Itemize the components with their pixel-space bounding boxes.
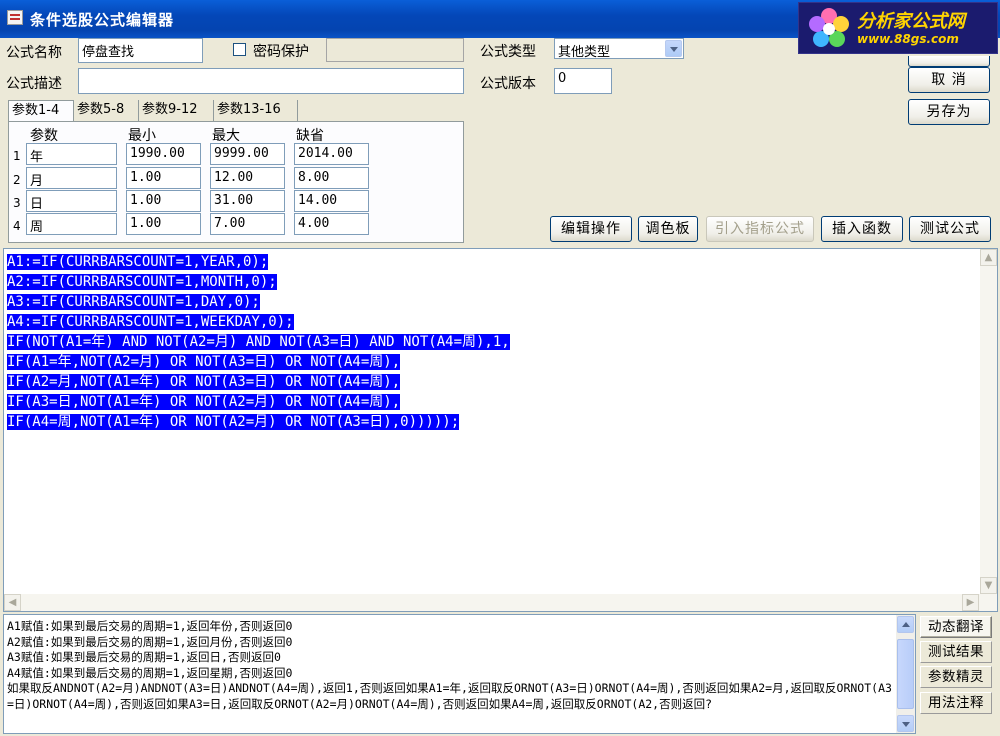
formula-type-label: 公式类型 xyxy=(480,44,536,60)
formula-desc-input[interactable] xyxy=(78,68,464,94)
param-name-input[interactable]: 年 xyxy=(26,143,117,165)
param-name-input[interactable]: 日 xyxy=(26,190,117,212)
param-max-input[interactable]: 9999.00 xyxy=(210,143,285,165)
param-name-input[interactable]: 周 xyxy=(26,213,117,235)
window-title: 条件选股公式编辑器 xyxy=(30,11,175,29)
test-result-button[interactable]: 测试结果 xyxy=(920,641,992,663)
formula-name-label: 公式名称 xyxy=(6,45,62,61)
code-line: IF(A1=年,NOT(A2=月) OR NOT(A3=日) OR NOT(A4… xyxy=(7,354,401,370)
formula-version-input[interactable]: 0 xyxy=(554,68,612,94)
tab-params-1-4[interactable]: 参数1-4 xyxy=(8,100,74,122)
formula-type-value: 其他类型 xyxy=(558,45,611,60)
param-default-input[interactable]: 8.00 xyxy=(294,167,369,189)
scroll-up-icon[interactable]: ▲ xyxy=(980,249,997,266)
insert-function-button[interactable]: 插入函数 xyxy=(821,216,903,242)
dynamic-translate-button[interactable]: 动态翻译 xyxy=(920,616,992,638)
param-panel: 参数 最小 最大 缺省 1 年 1990.00 9999.00 2014.00 … xyxy=(8,121,464,243)
param-min-input[interactable]: 1.00 xyxy=(126,190,201,212)
param-max-input[interactable]: 12.00 xyxy=(210,167,285,189)
param-header-default: 缺省 xyxy=(296,128,324,144)
formula-name-input[interactable]: 停盘查找 xyxy=(78,38,203,63)
code-line: A3:=IF(CURRBARSCOUNT=1,DAY,0); xyxy=(7,294,260,310)
param-row-num: 4 xyxy=(13,219,21,233)
scroll-left-icon[interactable]: ◀ xyxy=(4,594,21,611)
code-line: IF(A2=月,NOT(A1=年) OR NOT(A3=日) OR NOT(A4… xyxy=(7,374,401,390)
cancel-button[interactable]: 取 消 xyxy=(908,67,990,93)
usage-notes-button[interactable]: 用法注释 xyxy=(920,692,992,714)
scroll-right-icon[interactable]: ▶ xyxy=(962,594,979,611)
formula-editor[interactable]: A1:=IF(CURRBARSCOUNT=1,YEAR,0); A2:=IF(C… xyxy=(3,248,998,612)
param-wizard-button[interactable]: 参数精灵 xyxy=(920,666,992,688)
param-header-min: 最小 xyxy=(128,128,156,144)
tab-params-9-12[interactable]: 参数9-12 xyxy=(139,100,214,122)
translation-line: A1赋值:如果到最后交易的周期=1,返回年份,否则返回0 xyxy=(7,619,293,633)
chevron-down-icon[interactable] xyxy=(665,40,682,57)
test-formula-button[interactable]: 测试公式 xyxy=(909,216,991,242)
editor-vertical-scrollbar[interactable]: ▲ ▼ xyxy=(980,249,997,594)
edit-ops-button[interactable]: 编辑操作 xyxy=(550,216,632,242)
translation-line: A4赋值:如果到最后交易的周期=1,返回星期,否则返回0 xyxy=(7,665,293,680)
translation-line: A2赋值:如果到最后交易的周期=1,返回月份,否则返回0 xyxy=(7,634,293,649)
translation-scrollbar[interactable] xyxy=(896,615,915,733)
code-line: A4:=IF(CURRBARSCOUNT=1,WEEKDAY,0); xyxy=(7,314,294,330)
translation-panel[interactable]: A1赋值:如果到最后交易的周期=1,返回年份,否则返回0 A2赋值:如果到最后交… xyxy=(3,614,916,734)
formula-type-select[interactable]: 其他类型 xyxy=(554,38,684,60)
editor-horizontal-scrollbar[interactable]: ◀ ▶ xyxy=(4,594,997,611)
param-row-num: 1 xyxy=(13,149,21,163)
code-line: A1:=IF(CURRBARSCOUNT=1,YEAR,0); xyxy=(7,254,269,270)
logo-name: 分析家公式网 xyxy=(857,11,965,32)
param-default-input[interactable]: 2014.00 xyxy=(294,143,369,165)
param-name-input[interactable]: 月 xyxy=(26,167,117,189)
code-line: IF(A4=周,NOT(A1=年) OR NOT(A2=月) OR NOT(A3… xyxy=(7,414,460,430)
param-header-name: 参数 xyxy=(30,128,58,144)
translation-line: A3赋值:如果到最后交易的周期=1,返回日,否则返回0 xyxy=(7,650,281,664)
param-row-num: 2 xyxy=(13,173,21,187)
logo-url: www.88gs.com xyxy=(857,32,959,46)
password-label: 密码保护 xyxy=(253,44,309,60)
param-row-num: 3 xyxy=(13,196,21,210)
flower-logo-icon xyxy=(809,8,849,47)
param-min-input[interactable]: 1.00 xyxy=(126,213,201,235)
palette-button[interactable]: 调色板 xyxy=(638,216,698,242)
window-app-icon[interactable] xyxy=(7,10,23,25)
scroll-down-icon[interactable] xyxy=(897,715,914,732)
param-min-input[interactable]: 1990.00 xyxy=(126,143,201,165)
code-area[interactable]: A1:=IF(CURRBARSCOUNT=1,YEAR,0); A2:=IF(C… xyxy=(7,252,510,432)
param-default-input[interactable]: 14.00 xyxy=(294,190,369,212)
password-input[interactable] xyxy=(326,38,464,62)
ok-button[interactable] xyxy=(908,56,990,67)
scroll-up-icon[interactable] xyxy=(897,616,914,633)
save-as-button[interactable]: 另存为 xyxy=(908,99,990,125)
password-checkbox[interactable] xyxy=(233,43,246,56)
formula-desc-label: 公式描述 xyxy=(6,76,62,92)
param-min-input[interactable]: 1.00 xyxy=(126,167,201,189)
translation-text: A1赋值:如果到最后交易的周期=1,返回年份,否则返回0 A2赋值:如果到最后交… xyxy=(7,619,893,712)
translation-line: 如果取反ANDNOT(A2=月)ANDNOT(A3=日)ANDNOT(A4=周)… xyxy=(7,681,892,711)
param-header-max: 最大 xyxy=(212,128,240,144)
site-logo: 分析家公式网 www.88gs.com xyxy=(798,2,998,54)
scroll-thumb[interactable] xyxy=(897,639,914,709)
tab-params-5-8[interactable]: 参数5-8 xyxy=(74,100,139,122)
param-max-input[interactable]: 31.00 xyxy=(210,190,285,212)
code-line: IF(NOT(A1=年) AND NOT(A2=月) AND NOT(A3=日)… xyxy=(7,334,510,350)
code-line: A2:=IF(CURRBARSCOUNT=1,MONTH,0); xyxy=(7,274,277,290)
tab-params-13-16[interactable]: 参数13-16 xyxy=(214,100,298,122)
formula-version-label: 公式版本 xyxy=(480,76,536,92)
scroll-down-icon[interactable]: ▼ xyxy=(980,577,997,594)
param-max-input[interactable]: 7.00 xyxy=(210,213,285,235)
code-line: IF(A3=日,NOT(A1=年) OR NOT(A2=月) OR NOT(A4… xyxy=(7,394,401,410)
param-default-input[interactable]: 4.00 xyxy=(294,213,369,235)
import-indicator-button[interactable]: 引入指标公式 xyxy=(706,216,814,242)
